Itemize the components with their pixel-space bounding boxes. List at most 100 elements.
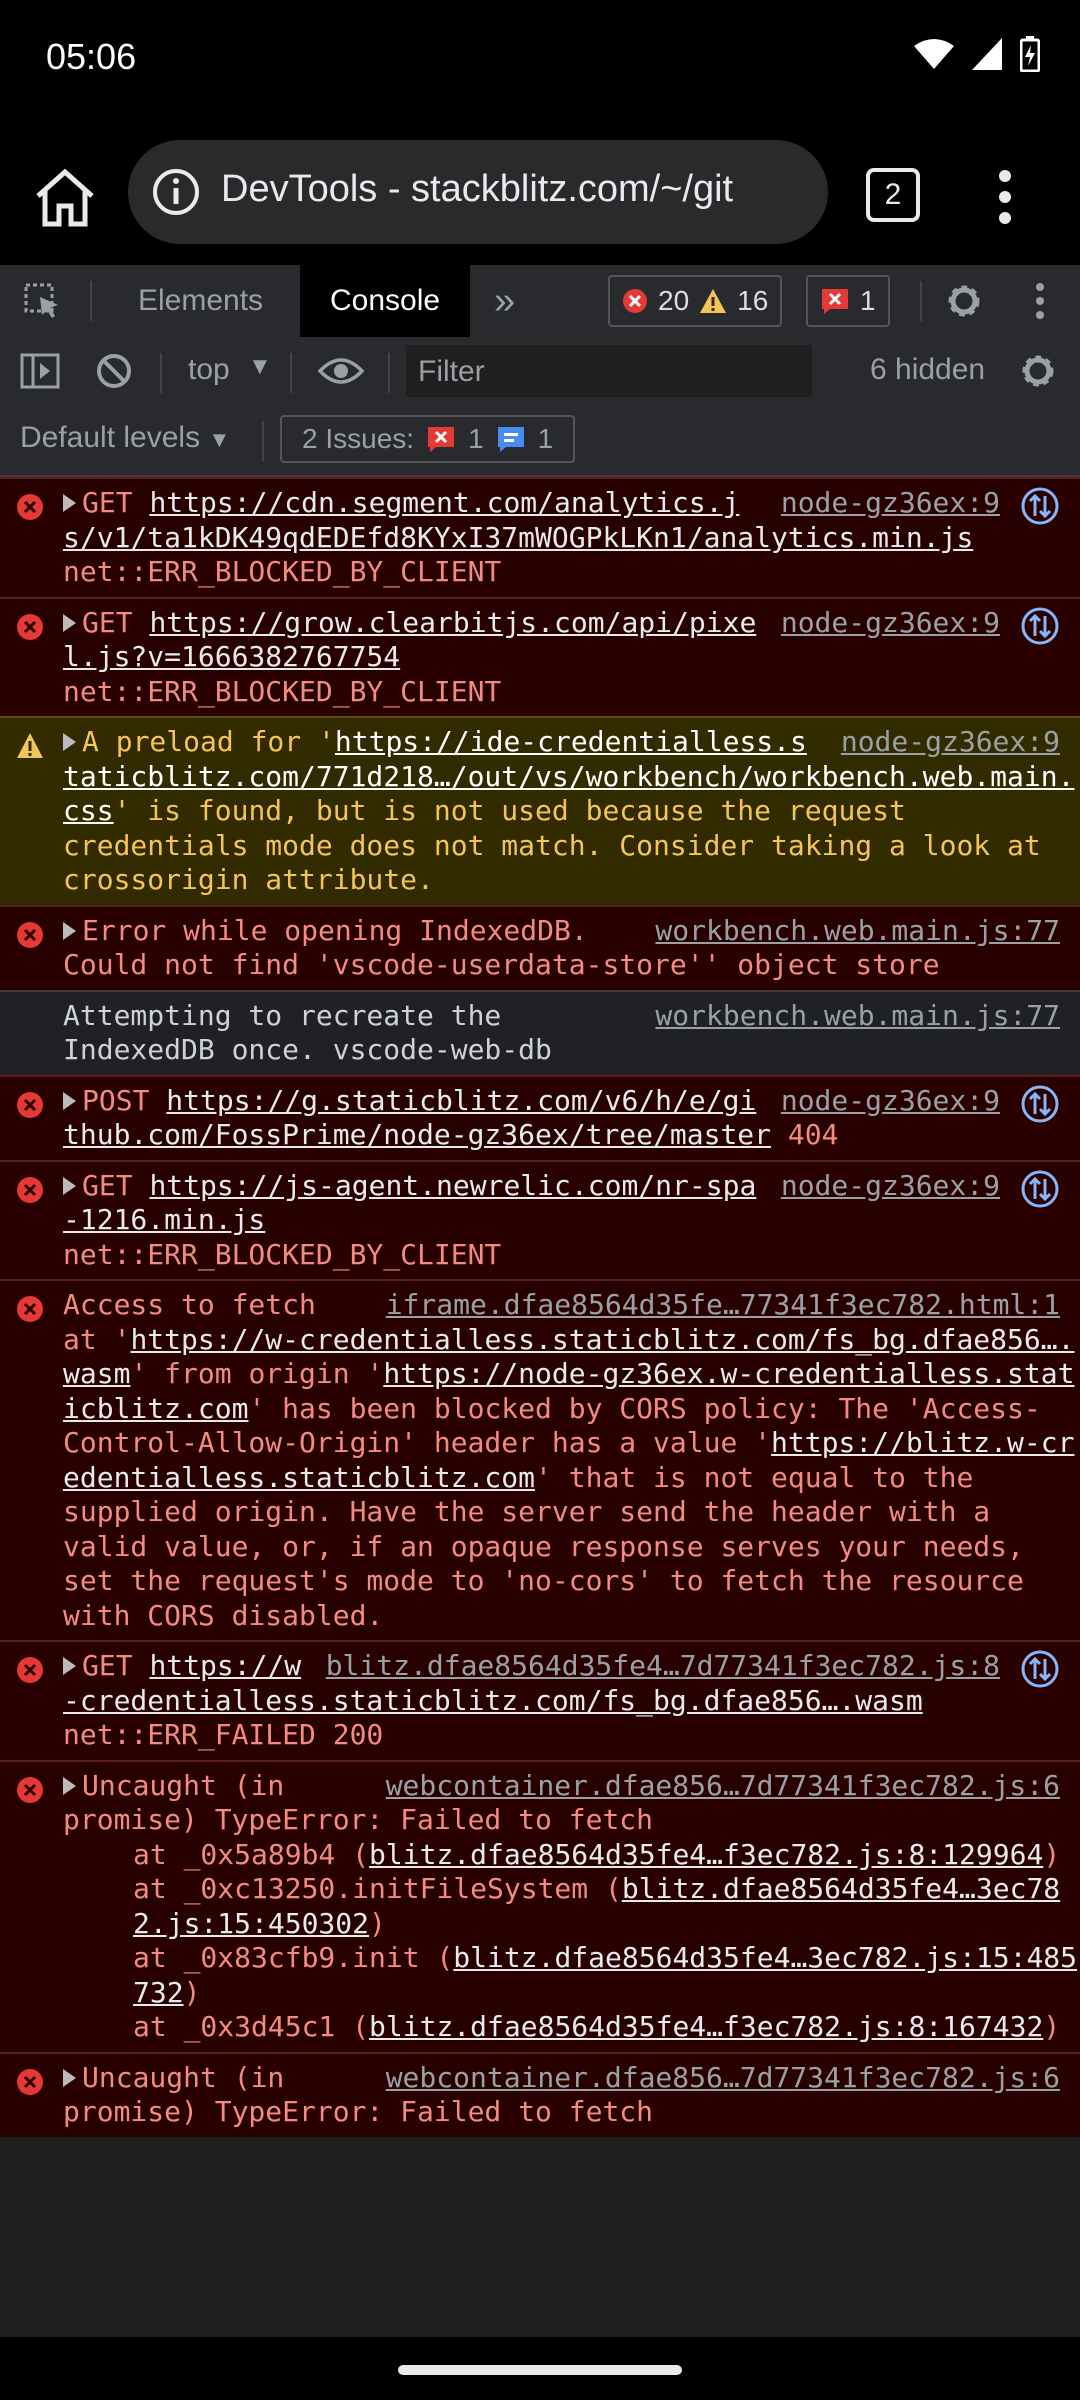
source-link[interactable]: node-gz36ex:9 xyxy=(781,1084,1000,1119)
eye-icon[interactable] xyxy=(318,355,364,387)
home-icon[interactable] xyxy=(30,162,100,232)
request-url[interactable]: https://grow.clearbitjs.com/api/pixel.js… xyxy=(63,606,756,674)
network-icon[interactable] xyxy=(1020,606,1060,646)
home-gesture-handle[interactable] xyxy=(398,2365,682,2375)
error-icon xyxy=(17,494,43,520)
error-count: 20 xyxy=(658,285,690,316)
request-method: GET xyxy=(82,605,133,639)
hidden-count: 6 hidden xyxy=(870,353,986,386)
expand-triangle-icon[interactable] xyxy=(63,1776,76,1795)
error-icon xyxy=(17,1776,43,1803)
stack-close: ) xyxy=(1043,2010,1061,2043)
more-tabs-button[interactable]: » xyxy=(494,265,515,337)
stack-close: ) xyxy=(1043,1837,1061,1871)
chevron-down-icon[interactable]: ▼ xyxy=(248,353,272,381)
console-message[interactable]: iframe.dfae8564d35fe…77341f3ec782.html:1… xyxy=(0,1279,1080,1640)
issues-counter[interactable]: 1 xyxy=(806,275,890,327)
error-icon xyxy=(623,289,647,313)
tab-console[interactable]: Console xyxy=(300,265,471,337)
console-messages: node-gz36ex:9 GET https://cdn.segment.co… xyxy=(0,477,1080,2337)
devtools-menu-icon[interactable] xyxy=(1030,281,1050,321)
stack-close: ) xyxy=(183,1975,201,2009)
expand-triangle-icon[interactable] xyxy=(63,1091,76,1110)
network-icon[interactable] xyxy=(1020,1084,1060,1124)
sidebar-toggle-icon[interactable] xyxy=(20,353,60,389)
expand-triangle-icon[interactable] xyxy=(63,494,76,512)
default-levels-dropdown[interactable]: Default levels ▼ xyxy=(20,421,230,455)
settings-gear-icon[interactable] xyxy=(944,281,984,321)
error-text: net::ERR_BLOCKED_BY_CLIENT xyxy=(63,674,502,708)
error-warning-counter[interactable]: 20 16 xyxy=(608,275,783,327)
inspect-element-icon[interactable] xyxy=(24,283,62,321)
console-message[interactable]: node-gz36ex:9 GET https://grow.clearbitj… xyxy=(0,596,1080,716)
expand-triangle-icon[interactable] xyxy=(63,921,76,940)
warning-count: 16 xyxy=(737,285,769,316)
console-message[interactable]: webcontainer.dfae856…7d77341f3ec782.js:6… xyxy=(0,2051,1080,2137)
console-settings-icon[interactable] xyxy=(1018,351,1058,391)
console-message[interactable]: node-gz36ex:9 GET https://cdn.segment.co… xyxy=(0,477,1080,597)
error-text: net::ERR_BLOCKED_BY_CLIENT xyxy=(63,1237,502,1271)
console-message[interactable]: node-gz36ex:9 A preload for 'https://ide… xyxy=(0,716,1080,905)
console-message[interactable]: workbench.web.main.js:77 Error while ope… xyxy=(0,904,1080,990)
issues-error-count: 1 xyxy=(468,423,484,454)
console-message[interactable]: workbench.web.main.js:77 Attempting to r… xyxy=(0,989,1080,1075)
context-selector[interactable]: top xyxy=(188,353,230,387)
error-text: net::ERR_BLOCKED_BY_CLIENT xyxy=(63,555,502,588)
network-icon[interactable] xyxy=(1020,486,1060,526)
request-url[interactable]: https://js-agent.newrelic.com/nr-spa-121… xyxy=(63,1169,756,1237)
expand-triangle-icon[interactable] xyxy=(63,1176,76,1195)
source-link[interactable]: node-gz36ex:9 xyxy=(841,725,1060,760)
issues-button[interactable]: 2 Issues: 1 1 xyxy=(280,415,576,463)
issue-error-icon xyxy=(822,289,848,314)
clear-console-icon[interactable] xyxy=(96,353,132,389)
error-icon xyxy=(17,613,43,640)
expand-triangle-icon[interactable] xyxy=(63,2068,76,2087)
expand-triangle-icon[interactable] xyxy=(63,613,76,632)
request-url[interactable]: https://g.staticblitz.com/v6/h/e/github.… xyxy=(63,1084,771,1152)
source-link[interactable]: webcontainer.dfae856…7d77341f3ec782.js:6 xyxy=(386,2061,1060,2096)
source-link[interactable]: workbench.web.main.js:77 xyxy=(655,999,1060,1034)
source-link[interactable]: blitz.dfae8564d35fe4…7d77341f3ec782.js:8 xyxy=(326,1649,1000,1684)
stack-link[interactable]: blitz.dfae8564d35fe4…f3ec782.js:8:129964 xyxy=(369,1838,1043,1871)
expand-triangle-icon[interactable] xyxy=(63,733,76,751)
stack-frame: at _0xc13250.initFileSystem (blitz.dfae8… xyxy=(63,1872,1080,1941)
more-vert-icon[interactable] xyxy=(990,162,1020,232)
address-bar[interactable]: DevTools - stackblitz.com/~/git xyxy=(128,140,828,244)
url-text[interactable]: DevTools - stackblitz.com/~/git xyxy=(221,168,733,211)
error-text: net::ERR_FAILED 200 xyxy=(63,1718,384,1751)
stack-function: at _0xc13250.initFileSystem ( xyxy=(133,1872,622,1905)
error-icon xyxy=(17,1091,43,1118)
network-icon[interactable] xyxy=(1020,1649,1060,1689)
source-link[interactable]: workbench.web.main.js:77 xyxy=(655,914,1060,949)
tab-elements[interactable]: Elements xyxy=(138,265,263,337)
source-link[interactable]: iframe.dfae8564d35fe…77341f3ec782.html:1 xyxy=(386,1288,1060,1323)
warning-icon xyxy=(17,733,43,758)
console-message[interactable]: blitz.dfae8564d35fe4…7d77341f3ec782.js:8… xyxy=(0,1640,1080,1760)
error-icon xyxy=(17,1296,43,1322)
status-time: 05:06 xyxy=(46,36,137,77)
expand-triangle-icon[interactable] xyxy=(63,1657,76,1675)
network-icon[interactable] xyxy=(1020,1169,1060,1209)
console-message[interactable]: webcontainer.dfae856…7d77341f3ec782.js:6… xyxy=(0,1759,1080,2052)
divider xyxy=(920,281,922,321)
source-link[interactable]: node-gz36ex:9 xyxy=(781,486,1000,521)
chevron-down-icon: ▼ xyxy=(208,427,231,452)
gesture-navigation-bar xyxy=(0,2337,1080,2400)
console-toolbar: top ▼ Filter 6 hidden xyxy=(0,337,1080,408)
console-message[interactable]: node-gz36ex:9 POST https://g.staticblitz… xyxy=(0,1074,1080,1160)
error-icon xyxy=(17,1176,43,1203)
stack-link[interactable]: blitz.dfae8564d35fe4…f3ec782.js:8:167432 xyxy=(369,2010,1043,2043)
source-link[interactable]: webcontainer.dfae856…7d77341f3ec782.js:6 xyxy=(386,1769,1060,1804)
filter-input[interactable]: Filter xyxy=(406,345,812,397)
stack-function: at _0x5a89b4 ( xyxy=(133,1837,370,1871)
stack-frame: at _0x3d45c1 (blitz.dfae8564d35fe4…f3ec7… xyxy=(63,2010,1080,2045)
source-link[interactable]: node-gz36ex:9 xyxy=(781,1169,1000,1204)
source-link[interactable]: node-gz36ex:9 xyxy=(781,606,1000,641)
default-levels-label: Default levels xyxy=(20,421,201,454)
info-icon[interactable] xyxy=(152,168,200,216)
console-message[interactable]: node-gz36ex:9 GET https://js-agent.newre… xyxy=(0,1159,1080,1279)
stack-function: at _0x83cfb9.init ( xyxy=(133,1941,454,1974)
tab-switcher-button[interactable]: 2 xyxy=(866,168,920,222)
divider xyxy=(90,281,92,321)
log-levels-bar: Default levels ▼ 2 Issues: 1 1 xyxy=(0,407,1080,477)
